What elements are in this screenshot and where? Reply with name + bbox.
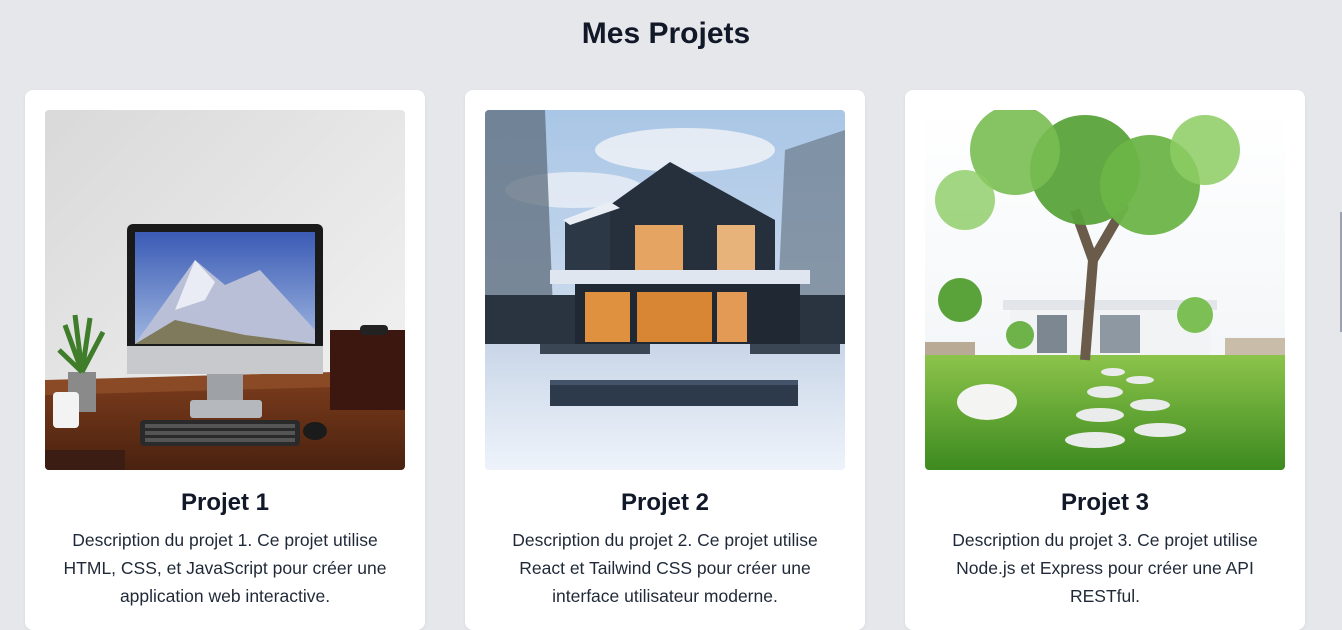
project-description: Description du projet 2. Ce projet utili…: [512, 530, 818, 606]
scrollbar[interactable]: [1338, 0, 1342, 605]
project-description: Description du projet 3. Ce projet utili…: [952, 530, 1258, 606]
project-card-3[interactable]: Projet 3 Description du projet 3. Ce pro…: [905, 90, 1305, 630]
project-title: Projet 2: [620, 489, 710, 516]
garden-tree-house-image[interactable]: [925, 110, 1285, 470]
project-card-2[interactable]: Projet 2 Description du projet 2. Ce pro…: [465, 90, 865, 630]
project-title: Projet 1: [180, 489, 270, 516]
page-title: Mes Projets: [581, 17, 751, 50]
modern-house-snow-image[interactable]: [485, 110, 845, 470]
project-card-1[interactable]: Projet 1 Description du projet 1. Ce pro…: [25, 90, 425, 630]
project-description: Description du projet 1. Ce projet utili…: [63, 530, 387, 606]
project-title: Projet 3: [1060, 489, 1150, 516]
desktop-computer-image[interactable]: [45, 110, 405, 470]
